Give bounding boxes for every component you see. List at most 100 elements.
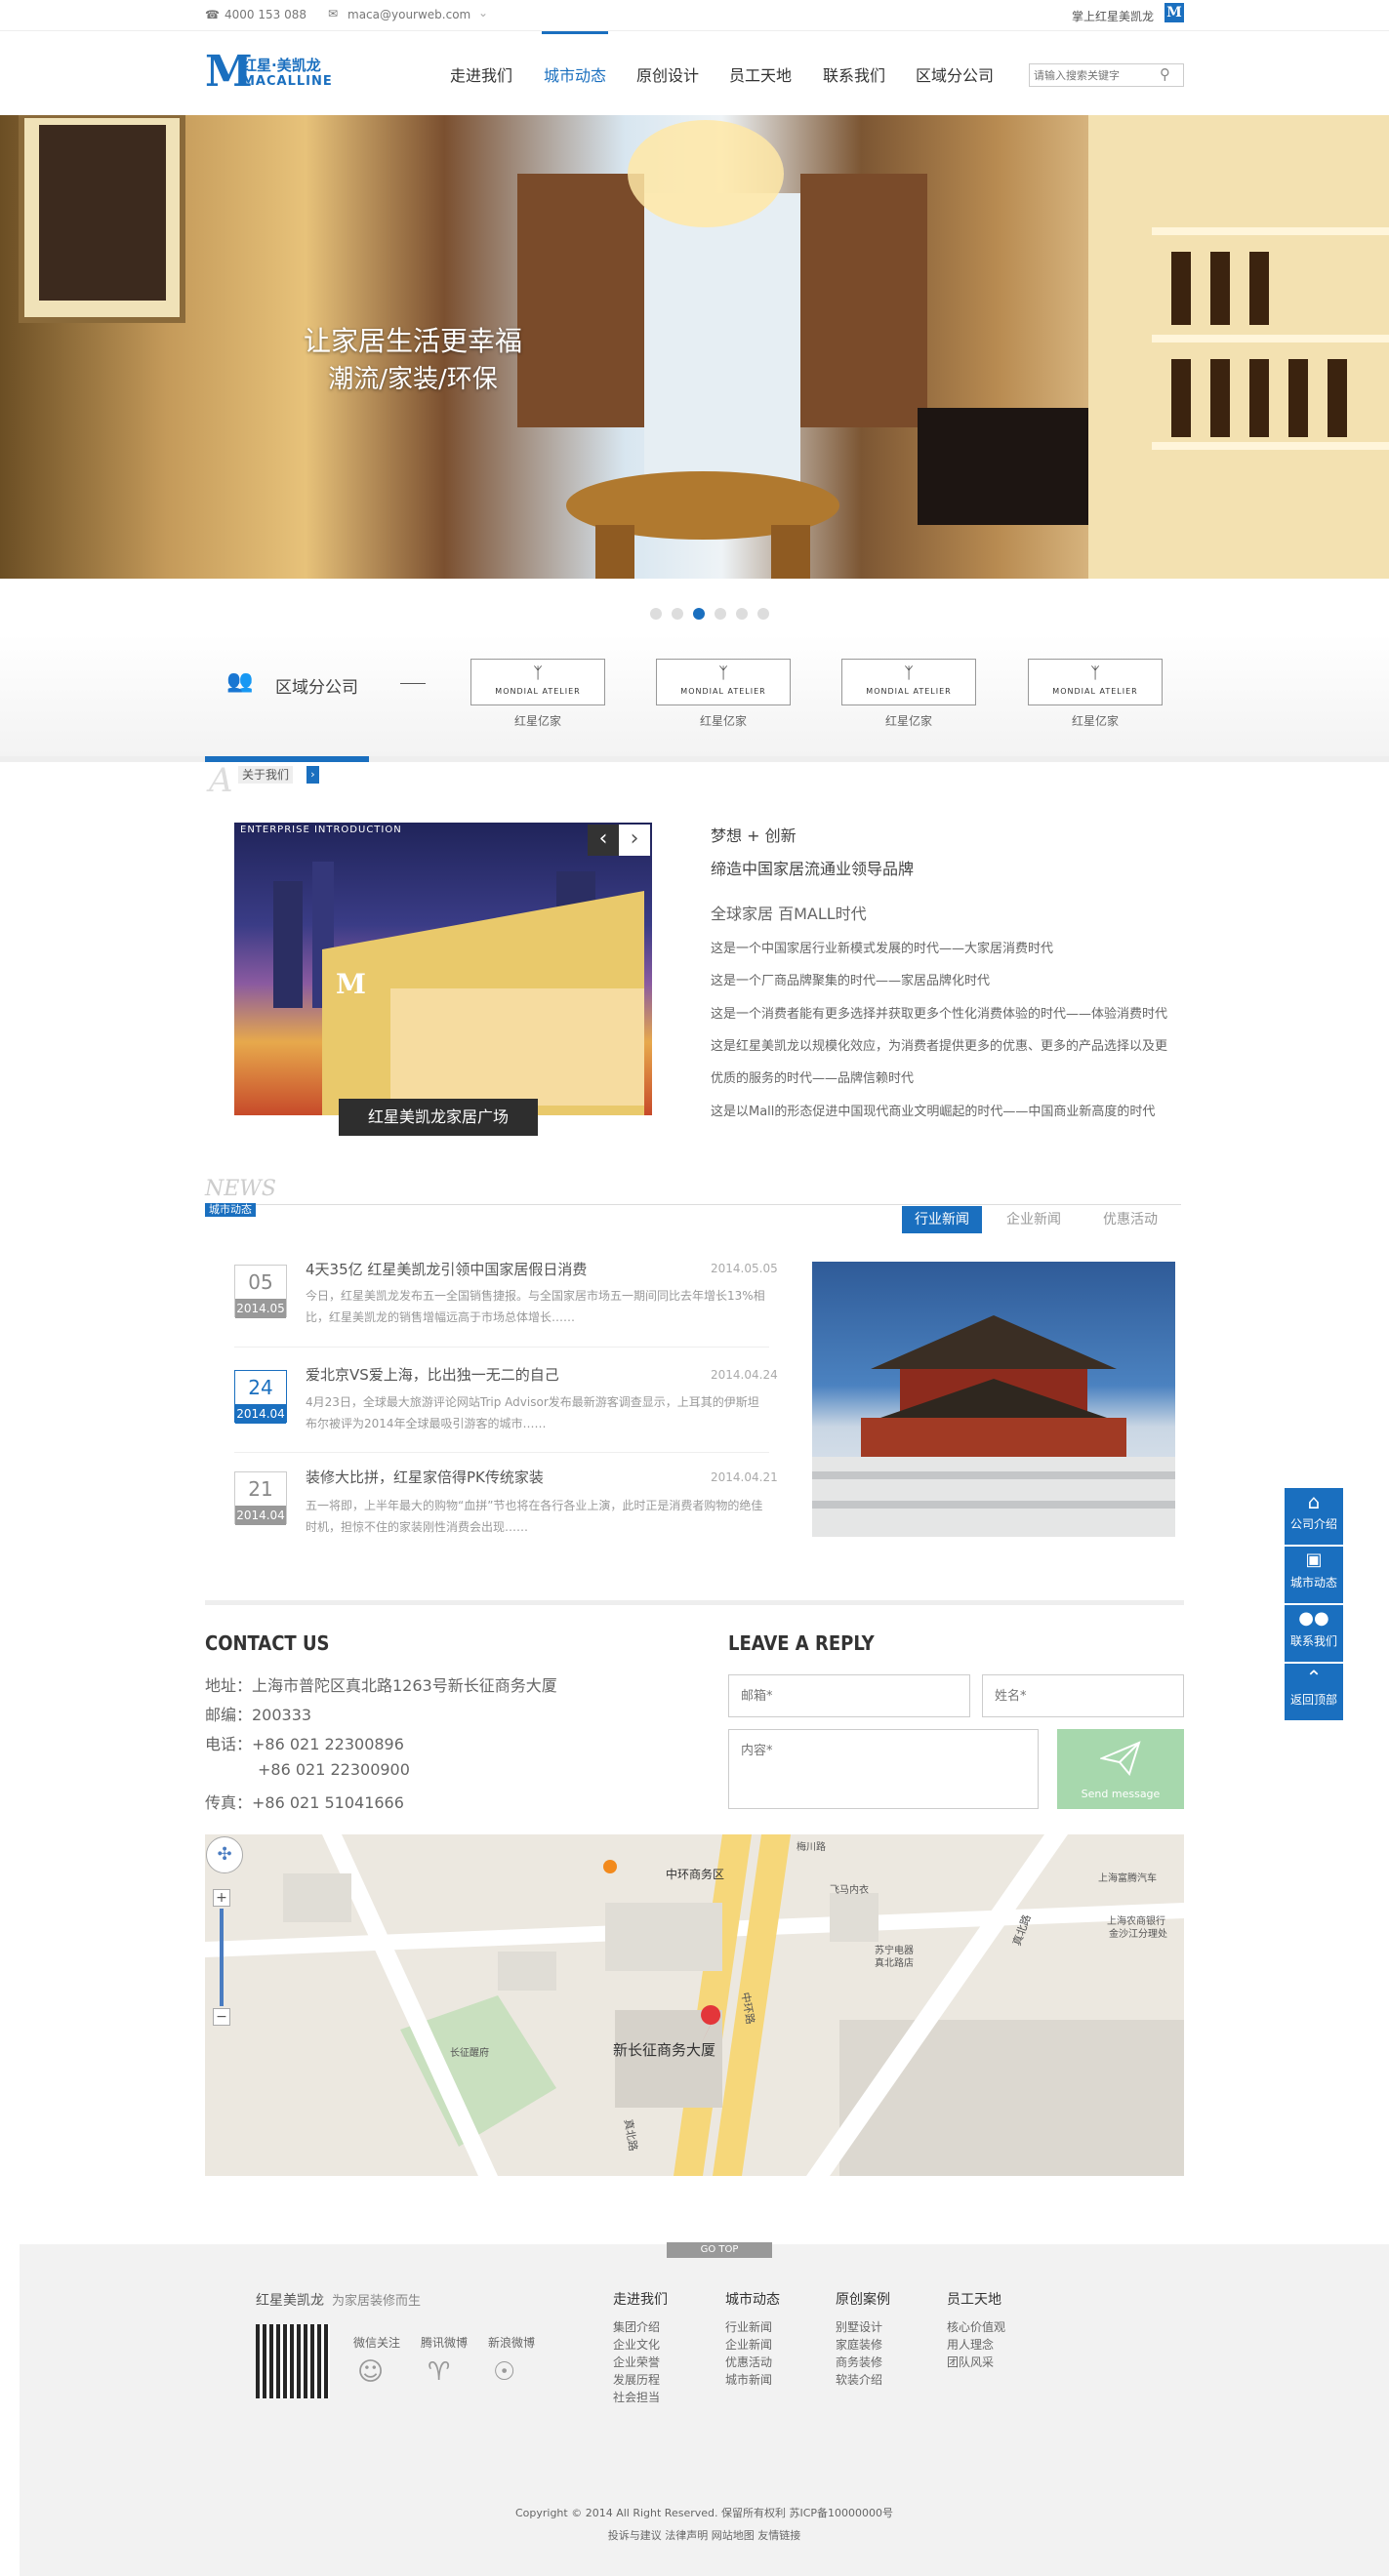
footer-column-news: 城市动态 行业新闻 企业新闻 优惠活动 城市新闻 (725, 2289, 780, 2389)
nav-item-about[interactable]: 走进我们 (450, 62, 512, 86)
news-date-badge: 24 2014.04 (234, 1370, 287, 1424)
palace-illustration (812, 1315, 1175, 1537)
about-heading-2: 缔造中国家居流通业领导品牌 (711, 860, 915, 878)
partner-logo-1[interactable]: ᛉ MONDIAL ATELIER (470, 659, 605, 705)
tencent-weibo-icon[interactable]: ♈ (428, 2357, 450, 2387)
news-title-link[interactable]: 4天35亿 红星美凯龙引领中国家居假日消费 (306, 1259, 587, 1279)
carousel-dot-3[interactable] (693, 608, 705, 620)
partner-brand: MONDIAL ATELIER (866, 687, 952, 696)
footer-link[interactable]: 发展历程 (613, 2371, 668, 2389)
news-date: 2014.04.24 (711, 1368, 778, 1382)
footer-column-cases: 原创案例 别墅设计 家庭装修 商务装修 软装介绍 (836, 2289, 890, 2389)
nav-item-design[interactable]: 原创设计 (636, 62, 699, 86)
news-title-link[interactable]: 装修大比拼，红星家倍得PK传统家装 (306, 1467, 544, 1487)
name-field[interactable] (982, 1674, 1184, 1717)
footer-link[interactable]: 软装介绍 (836, 2371, 890, 2389)
nav-item-regions[interactable]: 区域分公司 (916, 62, 994, 86)
footer-link[interactable]: 城市新闻 (725, 2371, 780, 2389)
contact-phone-1: 电话：+86 021 22300896 (205, 1735, 404, 1753)
contact-phone-2: +86 021 22300900 (258, 1760, 410, 1779)
go-top-button[interactable]: GO TOP (667, 2242, 772, 2258)
message-field[interactable] (728, 1729, 1039, 1809)
map-marker[interactable] (615, 2041, 616, 2042)
sina-weibo-icon[interactable]: ☉ (493, 2357, 515, 2387)
partner-brand: MONDIAL ATELIER (1052, 687, 1138, 696)
next-slide-button[interactable]: › (619, 825, 650, 856)
footer-link[interactable]: 团队风采 (947, 2354, 1005, 2371)
phone-number: 4000 153 088 (225, 8, 306, 21)
news-day: 21 (248, 1477, 273, 1501)
search-box: ⚲ (1029, 63, 1184, 87)
news-separator (234, 1347, 769, 1348)
chevron-right-icon[interactable]: › (306, 766, 319, 784)
map-label: 长征醒府 (450, 2048, 489, 2059)
carousel-dot-2[interactable] (672, 608, 683, 620)
carousel-dot-1[interactable] (650, 608, 662, 620)
carousel-dot-4[interactable] (715, 608, 726, 620)
email-address[interactable]: maca@yourweb.com (347, 8, 470, 21)
mobile-site-link[interactable]: 掌上红星美凯龙 (1072, 8, 1154, 24)
footer-link[interactable]: 用人理念 (947, 2336, 1005, 2354)
about-watermark: A (209, 761, 233, 800)
carousel-dot-5[interactable] (736, 608, 748, 620)
about-paragraph-3: 这是一个消费者能有更多选择并获取更多个性化消费体验的时代——体验消费时代 (711, 1007, 1168, 1022)
footer-column-title: 员工天地 (947, 2292, 1001, 2308)
footer-link[interactable]: 优惠活动 (725, 2354, 780, 2371)
footer-link[interactable]: 集团介绍 (613, 2318, 668, 2336)
footer-link[interactable]: 家庭装修 (836, 2336, 890, 2354)
social-label-weibo[interactable]: 新浪微博 (488, 2334, 535, 2351)
partner-caption-2: 红星亿家 (699, 714, 747, 728)
email-field[interactable] (728, 1674, 970, 1717)
footer-link[interactable]: 企业新闻 (725, 2336, 780, 2354)
footer-link[interactable]: 社会担当 (613, 2389, 668, 2406)
partner-logo-2[interactable]: ᛉ MONDIAL ATELIER (656, 659, 791, 705)
building-illustration: M (273, 862, 644, 1115)
zoom-out-button[interactable]: − (213, 2008, 230, 2026)
tab-promotions[interactable]: 优惠活动 (1090, 1206, 1170, 1233)
send-button[interactable]: Send message (1057, 1729, 1184, 1809)
about-heading-1: 梦想 + 创新 (711, 826, 797, 845)
news-month: 2014.04 (235, 1506, 286, 1525)
footer-link[interactable]: 别墅设计 (836, 2318, 890, 2336)
wechat-icon[interactable]: ☺ (357, 2357, 384, 2387)
chevron-down-icon[interactable]: ⌄ (478, 6, 488, 20)
footer-link[interactable]: 企业荣誉 (613, 2354, 668, 2371)
partner-logo-3[interactable]: ᛉ MONDIAL ATELIER (841, 659, 976, 705)
nav-item-staff[interactable]: 员工天地 (729, 62, 792, 86)
tab-industry-news[interactable]: 行业新闻 (902, 1206, 982, 1233)
map-canvas (205, 1834, 1184, 2176)
search-icon[interactable]: ⚲ (1160, 65, 1170, 83)
mobile-logo-icon[interactable]: M (1164, 3, 1184, 22)
social-label-wechat[interactable]: 微信关注 (353, 2334, 400, 2351)
contact-title: CONTACT US (205, 1631, 330, 1655)
news-title-link[interactable]: 爱北京VS爱上海，比出独一无二的自己 (306, 1364, 559, 1385)
news-separator (234, 1452, 769, 1453)
search-input[interactable] (1034, 66, 1156, 84)
location-map[interactable]: ✣ + − 中环商务区 梅川路 飞马内衣 上海富腾汽车 上海农商银行 金沙江分理… (205, 1834, 1184, 2176)
map-pan-control[interactable]: ✣ (206, 1836, 243, 1873)
nav-item-contact[interactable]: 联系我们 (823, 62, 885, 86)
side-button-about[interactable]: ⌂ 公司介绍 (1285, 1488, 1343, 1545)
carousel-dot-6[interactable] (757, 608, 769, 620)
footer-link[interactable]: 商务装修 (836, 2354, 890, 2371)
nav-item-city-news[interactable]: 城市动态 (544, 62, 606, 86)
footer-bottom-links[interactable]: 投诉与建议 法律声明 网站地图 友情链接 (20, 2527, 1389, 2543)
side-button-contact[interactable]: ●● 联系我们 (1285, 1605, 1343, 1662)
hero-subline: 潮流/家装/环保 (328, 365, 498, 394)
mail-icon: ✉ (328, 7, 339, 20)
side-button-top[interactable]: ⌃ 返回顶部 (1285, 1664, 1343, 1720)
news-feature-image[interactable] (812, 1262, 1175, 1537)
social-label-tencent[interactable]: 腾讯微博 (421, 2334, 468, 2351)
prev-slide-button[interactable]: ‹ (588, 825, 619, 856)
zoom-in-button[interactable]: + (213, 1889, 230, 1907)
nav-active-indicator (542, 31, 608, 34)
partner-logo-4[interactable]: ᛉ MONDIAL ATELIER (1028, 659, 1163, 705)
footer-link[interactable]: 核心价值观 (947, 2318, 1005, 2336)
footer-slogan: 为家居装修而生 (332, 2294, 422, 2309)
footer-link[interactable]: 行业新闻 (725, 2318, 780, 2336)
zoom-slider[interactable] (220, 1909, 224, 2006)
tab-company-news[interactable]: 企业新闻 (994, 1206, 1074, 1233)
about-paragraph-1: 这是一个中国家居行业新模式发展的时代——大家居消费时代 (711, 942, 1054, 956)
footer-link[interactable]: 企业文化 (613, 2336, 668, 2354)
side-button-news[interactable]: ▣ 城市动态 (1285, 1547, 1343, 1603)
